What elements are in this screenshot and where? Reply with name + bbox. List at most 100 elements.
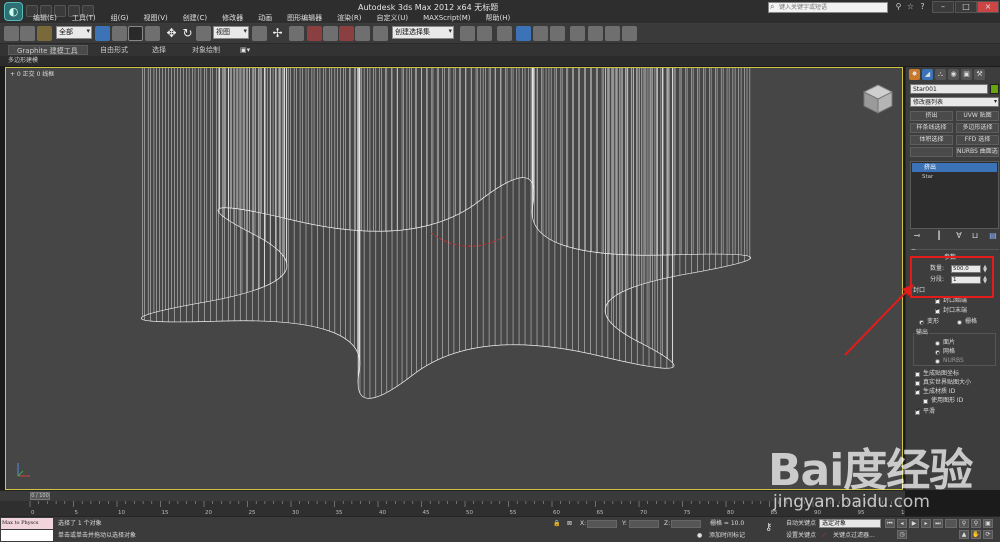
menu-customize[interactable]: 自定义(U) xyxy=(369,13,416,24)
poly-select-button[interactable]: 多边形选择 xyxy=(956,123,999,133)
stack-item-star[interactable]: Star xyxy=(912,173,997,181)
bind-space-warp-icon[interactable] xyxy=(37,26,52,41)
ribbon-options-icon[interactable]: ▣▾ xyxy=(240,45,250,55)
menu-tools[interactable]: 工具(T) xyxy=(65,13,104,24)
extrude-button[interactable]: 挤出 xyxy=(910,111,953,121)
motion-tab-icon[interactable]: ◉ xyxy=(948,69,959,80)
maxscript-output[interactable] xyxy=(1,530,53,541)
gen-matid-checkbox[interactable] xyxy=(915,387,920,395)
auto-key-button[interactable]: 自动关键点 xyxy=(786,520,816,528)
rect-selection-icon[interactable] xyxy=(128,26,143,41)
output-nurbs-radio[interactable] xyxy=(935,359,940,364)
x-coordinate-field[interactable] xyxy=(587,520,617,528)
graphite-toggle-icon[interactable] xyxy=(516,26,531,41)
menu-animation[interactable]: 动画 xyxy=(251,13,280,24)
nurbs-surface-select-button[interactable]: NURBS 曲面选择 xyxy=(956,147,999,157)
scale-icon[interactable] xyxy=(196,26,211,41)
menu-graph-editors[interactable]: 图形编辑器 xyxy=(280,13,330,24)
unlink-icon[interactable] xyxy=(20,26,35,41)
extruded-star-wireframe[interactable] xyxy=(6,68,903,490)
cap-end-checkbox[interactable] xyxy=(935,306,940,314)
menu-maxscript[interactable]: MAXScript(M) xyxy=(416,13,478,24)
uvw-map-button[interactable]: UVW 贴图 xyxy=(956,111,999,121)
maximize-button[interactable]: □ xyxy=(955,1,977,13)
window-crossing-icon[interactable] xyxy=(145,26,160,41)
field-of-view-icon[interactable]: ▲ xyxy=(959,530,969,539)
y-coordinate-field[interactable] xyxy=(629,520,659,528)
rotate-icon[interactable]: ↻ xyxy=(180,26,195,41)
menu-modifiers[interactable]: 修改器 xyxy=(215,13,251,24)
play-button[interactable]: ▶ xyxy=(909,519,919,528)
set-key-button[interactable]: 设置关键点 xyxy=(786,532,816,540)
mirror-icon[interactable] xyxy=(460,26,475,41)
menu-rendering[interactable]: 渲染(R) xyxy=(330,13,369,24)
object-name-field[interactable]: Star001 xyxy=(910,84,988,94)
prev-frame-button[interactable]: ◂ xyxy=(897,519,907,528)
current-frame-field[interactable] xyxy=(945,519,957,528)
modifier-list-dropdown[interactable]: 修改器列表 xyxy=(910,97,999,107)
viewport-label[interactable]: + 0 正交 0 线框 xyxy=(10,69,54,78)
select-object-icon[interactable] xyxy=(95,26,110,41)
named-selection-set-dropdown[interactable]: 创建选择集 xyxy=(392,26,454,39)
object-color-swatch[interactable] xyxy=(990,84,999,94)
absolute-mode-icon[interactable]: ⊠ xyxy=(567,520,572,528)
goto-start-button[interactable]: ⏮ xyxy=(885,519,895,528)
star-icon[interactable]: ☆ xyxy=(905,2,916,12)
tab-selection[interactable]: 选择 xyxy=(152,45,166,55)
display-tab-icon[interactable]: ▣ xyxy=(961,69,972,80)
z-coordinate-field[interactable] xyxy=(671,520,701,528)
make-unique-icon[interactable]: ∀ xyxy=(954,231,964,241)
create-tab-icon[interactable]: ✸ xyxy=(909,69,920,80)
menu-group[interactable]: 组(G) xyxy=(104,13,137,24)
pivot-center-icon[interactable] xyxy=(252,26,267,41)
key-tangent-icon[interactable]: ⟋ xyxy=(822,532,826,540)
app-logo-icon[interactable]: ◐ xyxy=(4,2,23,21)
pin-stack-icon[interactable]: ⊸ xyxy=(912,231,922,241)
spinner-snap-icon[interactable] xyxy=(355,26,370,41)
render-production-icon[interactable] xyxy=(622,26,637,41)
zoom-icon[interactable]: ⚲ xyxy=(959,519,969,528)
rollout-toggle-icon[interactable]: − xyxy=(911,246,916,254)
selection-filter-dropdown[interactable]: 全部 xyxy=(56,26,92,39)
modify-tab-icon[interactable]: ◢ xyxy=(922,69,933,80)
goto-end-button[interactable]: ⏭ xyxy=(933,519,943,528)
layer-manager-icon[interactable] xyxy=(497,26,512,41)
remove-modifier-icon[interactable]: ⊔ xyxy=(970,231,980,241)
render-setup-icon[interactable] xyxy=(588,26,603,41)
key-icon[interactable]: ⚷ xyxy=(765,523,772,533)
binoculars-icon[interactable]: ⚲ xyxy=(893,2,904,12)
select-by-name-icon[interactable] xyxy=(112,26,127,41)
minimize-button[interactable]: – xyxy=(932,1,954,13)
use-shape-ids-checkbox[interactable] xyxy=(923,399,928,404)
volume-select-button[interactable]: 体积选择 xyxy=(910,135,953,145)
time-config-button[interactable]: ◷ xyxy=(897,530,907,539)
time-slider-thumb[interactable]: 0 / 100 xyxy=(30,492,50,500)
curve-editor-icon[interactable] xyxy=(533,26,548,41)
lock-selection-icon[interactable]: 🔒 xyxy=(553,520,560,528)
select-manipulate-icon[interactable]: ✢ xyxy=(270,26,285,41)
track-bar[interactable]: 0510152025303540455055606570758085909510… xyxy=(0,501,905,516)
move-icon[interactable]: ✥ xyxy=(164,26,179,41)
material-editor-icon[interactable] xyxy=(570,26,585,41)
viewport-front[interactable]: + 0 正交 0 线框 xyxy=(5,67,903,490)
time-slider[interactable]: 0 / 100 xyxy=(0,490,905,501)
edit-named-selection-icon[interactable] xyxy=(373,26,388,41)
spline-select-button[interactable]: 样条线选择 xyxy=(910,123,953,133)
angle-snap-icon[interactable] xyxy=(323,26,338,41)
reference-coordinate-dropdown[interactable]: 视图 xyxy=(213,26,249,39)
keyboard-shortcut-icon[interactable] xyxy=(289,26,304,41)
menu-view[interactable]: 视图(V) xyxy=(137,13,176,24)
smooth-checkbox[interactable] xyxy=(915,407,920,415)
percent-snap-icon[interactable] xyxy=(339,26,354,41)
zoom-extents-icon[interactable]: ▣ xyxy=(983,519,993,528)
stack-item-extrude[interactable]: 挤出 xyxy=(912,163,997,172)
menu-help[interactable]: 帮助(H) xyxy=(479,13,519,24)
output-mesh-radio[interactable] xyxy=(935,350,940,355)
configure-sets-icon[interactable]: ▤ xyxy=(988,231,998,241)
rendered-frame-icon[interactable] xyxy=(605,26,620,41)
grid-radio[interactable] xyxy=(957,320,962,325)
menu-edit[interactable]: 编辑(E) xyxy=(26,13,65,24)
tab-freeform[interactable]: 自由形式 xyxy=(100,45,128,55)
key-mode-dropdown[interactable]: 选定对象 xyxy=(819,519,881,528)
cap-start-checkbox[interactable] xyxy=(935,296,940,304)
